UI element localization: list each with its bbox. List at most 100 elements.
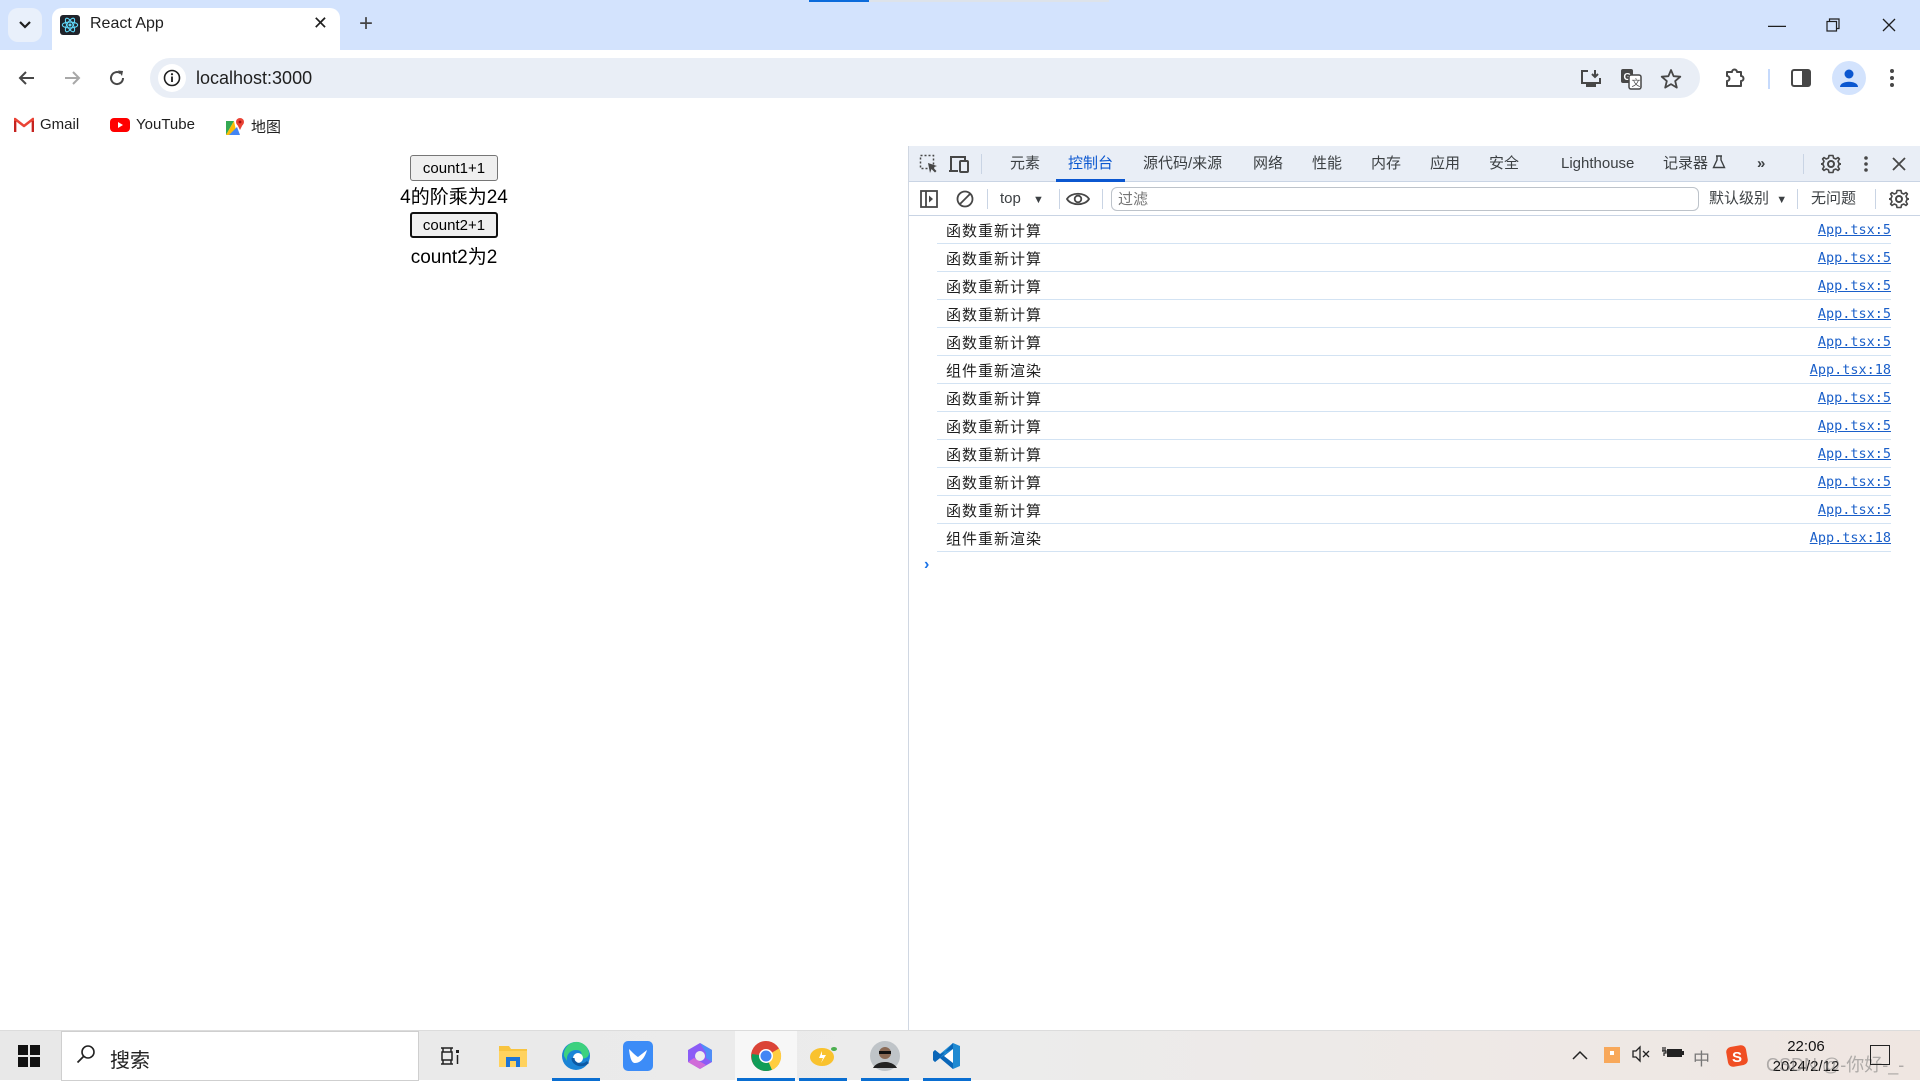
log-source-link[interactable]: App.tsx:5: [1818, 390, 1891, 406]
avatar-app-icon[interactable]: [859, 1031, 911, 1081]
notification-center-icon[interactable]: [1870, 1045, 1890, 1065]
bookmark-star-icon[interactable]: [1658, 66, 1684, 92]
log-message: 函数重新计算: [946, 306, 1043, 324]
ime-indicator[interactable]: 中: [1693, 1045, 1710, 1070]
profile-avatar[interactable]: [1832, 61, 1866, 95]
log-source-link[interactable]: App.tsx:5: [1818, 502, 1891, 518]
live-expression-eye-icon[interactable]: [1066, 187, 1090, 211]
site-info-icon[interactable]: [158, 64, 186, 92]
log-source-link[interactable]: App.tsx:5: [1818, 418, 1891, 434]
clear-console-icon[interactable]: [953, 187, 977, 211]
chrome-taskbar-icon[interactable]: [735, 1031, 797, 1081]
devtools-close-icon[interactable]: [1887, 152, 1911, 176]
console-log-row: 函数重新计算 App.tsx:5: [937, 244, 1891, 272]
sogou-ime-icon[interactable]: S: [1726, 1045, 1748, 1072]
windows-start-icon[interactable]: [18, 1045, 40, 1067]
console-log-row: 函数重新计算 App.tsx:5: [937, 328, 1891, 356]
minimize-button[interactable]: —: [1754, 12, 1800, 38]
log-source-link[interactable]: App.tsx:5: [1818, 222, 1891, 238]
devtools-tab-recorder[interactable]: 记录器: [1663, 146, 1726, 182]
tab-react-app[interactable]: React App ✕: [52, 8, 340, 50]
bookmark-gmail[interactable]: Gmail: [14, 116, 79, 133]
reload-icon: [110, 70, 125, 86]
tab-close-icon[interactable]: ✕: [313, 13, 328, 34]
reload-button[interactable]: [100, 61, 134, 95]
install-app-icon[interactable]: [1578, 66, 1604, 92]
svg-text:文: 文: [1632, 77, 1641, 89]
loading-track: [869, 0, 1109, 2]
toolbar-separator: [1797, 189, 1798, 209]
svg-text:S: S: [1732, 1049, 1742, 1066]
log-source-link[interactable]: App.tsx:5: [1818, 306, 1891, 322]
devtools-settings-icon[interactable]: [1819, 152, 1843, 176]
devtools-tab-performance[interactable]: 性能: [1312, 146, 1342, 182]
more-tabs-button[interactable]: »: [1757, 146, 1765, 182]
new-tab-button[interactable]: +: [354, 10, 378, 38]
microsoft-365-icon[interactable]: [674, 1031, 726, 1081]
volume-muted-icon[interactable]: [1632, 1045, 1652, 1068]
feishu-icon[interactable]: [612, 1031, 664, 1081]
context-selector[interactable]: top ▼: [1000, 182, 1044, 216]
show-hidden-icons[interactable]: [1572, 1045, 1588, 1065]
devtools-menu-icon[interactable]: [1854, 152, 1878, 176]
close-window-button[interactable]: [1866, 12, 1912, 38]
log-level-selector[interactable]: 默认级别 ▼: [1709, 182, 1787, 216]
console-log-row: 函数重新计算 App.tsx:5: [937, 300, 1891, 328]
taskbar-search-box[interactable]: 搜索: [61, 1031, 419, 1081]
devtools-tab-security[interactable]: 安全: [1489, 146, 1519, 182]
tray-app-icon[interactable]: [1604, 1047, 1620, 1068]
gmail-icon: [14, 117, 34, 132]
count2-increment-button[interactable]: count2+1: [410, 212, 498, 238]
vscode-icon[interactable]: [921, 1031, 973, 1081]
log-source-link[interactable]: App.tsx:5: [1818, 334, 1891, 350]
task-view-icon[interactable]: [424, 1031, 476, 1081]
log-source-link[interactable]: App.tsx:18: [1810, 362, 1891, 378]
devtools-tab-console[interactable]: 控制台: [1056, 146, 1126, 182]
log-source-link[interactable]: App.tsx:18: [1810, 530, 1891, 546]
extensions-icon[interactable]: [1720, 63, 1750, 93]
log-source-link[interactable]: App.tsx:5: [1818, 446, 1891, 462]
console-log-row: 函数重新计算 App.tsx:5: [937, 412, 1891, 440]
restore-button[interactable]: [1810, 12, 1856, 38]
count1-increment-button[interactable]: count1+1: [410, 155, 498, 181]
sidebar-toggle-icon[interactable]: [917, 187, 941, 211]
devtools-tab-bar: 元素 控制台 源代码/来源 网络 性能 内存 应用 安全 Lighthouse …: [909, 146, 1920, 182]
device-toolbar-icon[interactable]: [947, 152, 971, 176]
translate-icon[interactable]: G文: [1618, 66, 1644, 92]
bookmark-maps[interactable]: 地图: [225, 116, 281, 137]
address-bar[interactable]: localhost:3000 G文: [150, 58, 1700, 98]
tab-search-button[interactable]: [8, 8, 42, 42]
devtools-tab-application[interactable]: 应用: [1430, 146, 1460, 182]
devtools-tab-elements[interactable]: 元素: [1010, 146, 1040, 182]
forward-button[interactable]: [55, 61, 89, 95]
console-settings-icon[interactable]: [1887, 187, 1911, 211]
flask-icon: [1712, 155, 1726, 169]
log-message: 函数重新计算: [946, 334, 1043, 352]
windows-taskbar: 搜索 中 S 22:06 2024/2/12 CSDN @-你好-_-: [0, 1030, 1920, 1081]
log-source-link[interactable]: App.tsx:5: [1818, 250, 1891, 266]
log-source-link[interactable]: App.tsx:5: [1818, 278, 1891, 294]
log-message: 组件重新渲染: [946, 530, 1043, 548]
minimize-icon: —: [1768, 14, 1786, 35]
restore-icon: [1826, 18, 1840, 32]
devtools-tab-memory[interactable]: 内存: [1371, 146, 1401, 182]
url-text[interactable]: localhost:3000: [196, 68, 312, 89]
battery-icon[interactable]: [1662, 1045, 1684, 1066]
edge-icon[interactable]: [550, 1031, 602, 1081]
log-source-link[interactable]: App.tsx:5: [1818, 474, 1891, 490]
bookmark-label: YouTube: [136, 116, 195, 133]
factorial-result-text: 4的阶乘为24: [400, 187, 508, 208]
lemon-app-icon[interactable]: [797, 1031, 849, 1081]
devtools-tab-sources[interactable]: 源代码/来源: [1143, 146, 1222, 182]
bookmark-youtube[interactable]: YouTube: [110, 116, 195, 133]
console-filter-input[interactable]: [1111, 187, 1699, 211]
chrome-menu-icon[interactable]: [1877, 63, 1907, 93]
side-panel-icon[interactable]: [1786, 63, 1816, 93]
console-prompt-chevron-icon[interactable]: ›: [924, 556, 944, 574]
inspect-element-icon[interactable]: [917, 152, 941, 176]
back-button[interactable]: [10, 61, 44, 95]
file-explorer-icon[interactable]: [487, 1031, 539, 1081]
devtools-tab-lighthouse[interactable]: Lighthouse: [1561, 146, 1634, 182]
devtools-tab-network[interactable]: 网络: [1253, 146, 1283, 182]
issues-button[interactable]: 无问题: [1811, 182, 1856, 216]
